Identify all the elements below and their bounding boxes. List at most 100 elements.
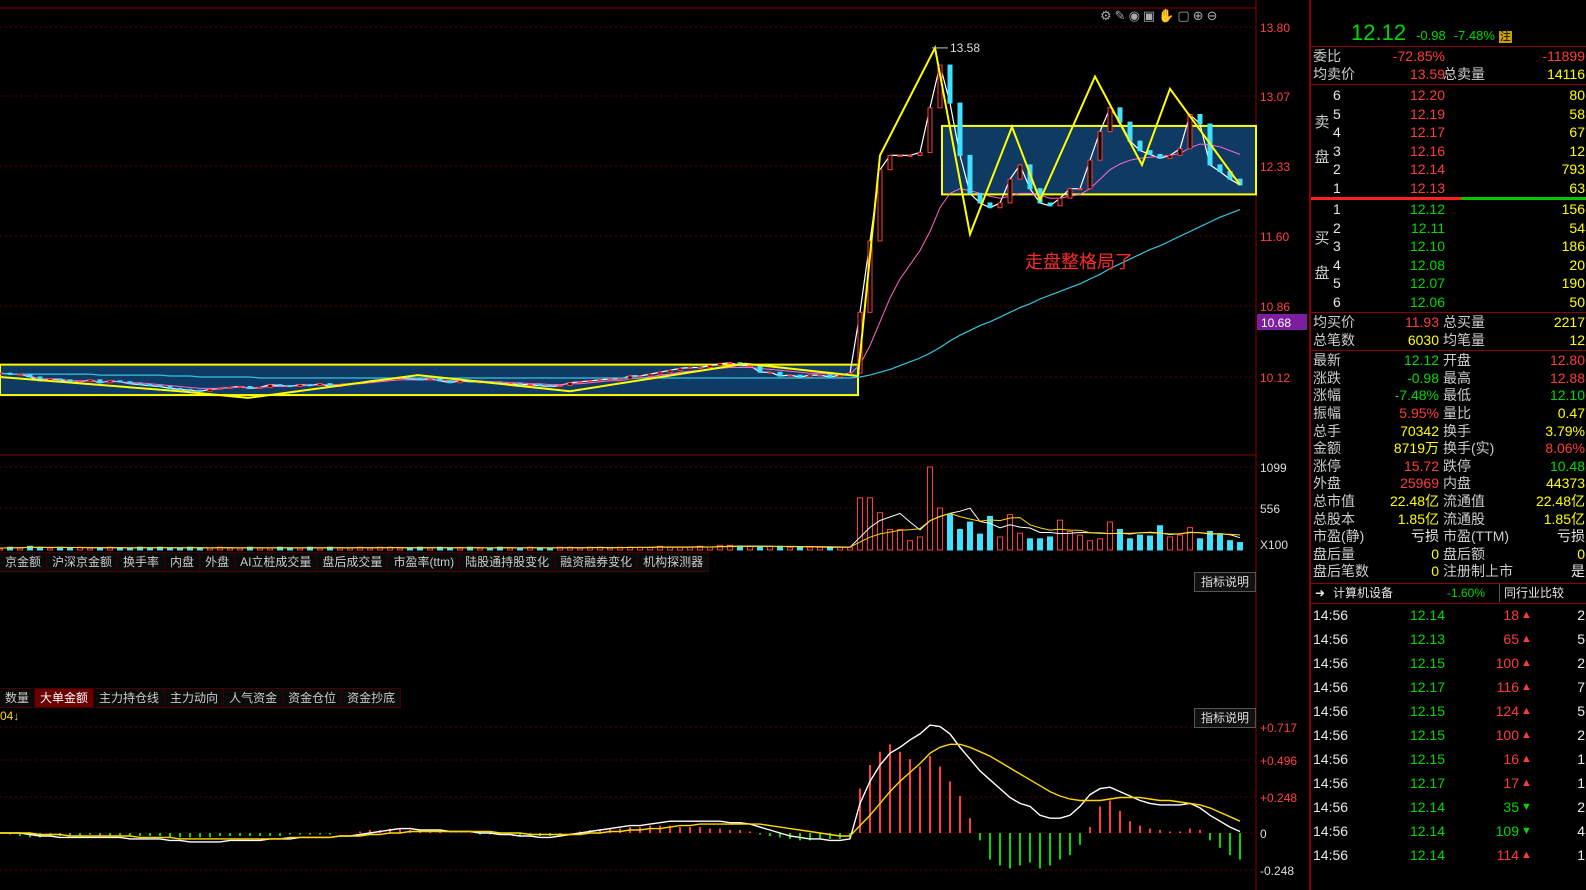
volume-bar <box>1187 527 1193 551</box>
stat-label: 换手 <box>1443 422 1471 439</box>
field-value: 14116 <box>1547 66 1585 82</box>
indicator-explain-button-top[interactable]: 指标说明 <box>1194 572 1257 592</box>
stat-value: 0 <box>1431 563 1439 580</box>
volume-bar <box>427 547 433 551</box>
arrow-up-icon: ▲ <box>1521 705 1532 717</box>
candle-body <box>627 375 633 380</box>
stat-value: 11.93 <box>1405 314 1439 330</box>
stat-label: 金额 <box>1313 440 1341 457</box>
volume-bar <box>97 547 103 551</box>
candle-body <box>687 366 693 369</box>
stat-label: 振幅 <box>1313 405 1341 421</box>
chart-canvas[interactable]: 13.80 13.07 12.33 11.60 10.86 10.12 10.68 1099 5… <box>0 0 1308 890</box>
candle-body <box>797 374 803 378</box>
industry-compare-button[interactable]: 同行业比较 <box>1499 584 1564 602</box>
candle-body <box>727 362 733 365</box>
indicator-explain-button-bottom[interactable]: 指标说明 <box>1194 708 1257 728</box>
indicator-tab[interactable]: 融资融券变化 <box>555 553 639 571</box>
indicator-tab[interactable]: 资金仓位 <box>283 689 343 707</box>
candle-body <box>267 384 273 388</box>
candle-body <box>447 380 453 384</box>
eye-icon[interactable]: ◉ <box>1129 8 1143 23</box>
stat-value: 亏损 <box>1411 528 1439 545</box>
tick-volume: 16 <box>1503 751 1519 767</box>
candle-body <box>1217 164 1223 173</box>
order-book-bid-row: 5 12.07 190 <box>1313 274 1585 292</box>
indicator-tab[interactable]: 主力持仓线 <box>94 689 166 707</box>
settings-icon[interactable]: ⚙ <box>1100 8 1115 23</box>
indicator-tab[interactable]: 沪深京金额 <box>47 553 119 571</box>
lock-icon[interactable]: ▢ <box>1177 8 1192 23</box>
indicator-tab[interactable]: 数量 <box>0 689 36 707</box>
pen-icon[interactable]: ✎ <box>1115 8 1129 23</box>
candle-body <box>127 381 133 385</box>
volume-ma-line <box>0 507 1241 549</box>
indicator-tab[interactable]: 陆股通持股变化 <box>460 553 556 571</box>
indicator-tabbar-bottom[interactable]: 数量 大单金额 主力持仓线 主力动向 人气资金 资金仓位 资金抄底 <box>0 688 402 708</box>
sector-name[interactable]: 计算机设备 <box>1333 584 1393 602</box>
hand-icon[interactable]: ✋ <box>1158 8 1177 23</box>
volume-bar <box>537 547 543 551</box>
candle-body <box>167 386 173 389</box>
arrow-up-icon: ▲ <box>1521 849 1532 861</box>
indicator-tab[interactable]: 外盘 <box>200 553 236 571</box>
chart-area[interactable]: 13.80 13.07 12.33 11.60 10.86 10.12 10.68 1099 5… <box>0 0 1308 890</box>
candle-body <box>1077 188 1083 191</box>
candle-body <box>917 152 923 156</box>
tick-count: 1 <box>1577 847 1585 863</box>
ask-price: 12.19 <box>1409 105 1445 122</box>
indicator-tabbar-top[interactable]: 京金额 沪深京金额 换手率 内盘 外盘 AI立桩成交量 盘后成交量 市盈率(ttm) 陆股通持股… <box>0 552 710 572</box>
tick-row: 14:56 12.15 100 ▲ 2 <box>1313 654 1585 672</box>
stat-label: 注册制上市 <box>1443 563 1513 580</box>
candle-body <box>987 202 993 209</box>
indicator-tab[interactable]: 主力动向 <box>165 689 225 707</box>
volume-tick-label: X100 <box>1260 538 1288 552</box>
indicator-tab[interactable]: AI立桩成交量 <box>235 553 318 571</box>
zoom-in-icon[interactable]: ⊕ <box>1193 8 1207 23</box>
indicator-tab[interactable]: 盘后成交量 <box>317 553 389 571</box>
indicator-tab[interactable]: 大单金额 <box>35 689 95 707</box>
tick-volume: 35 <box>1503 799 1519 815</box>
candle-body <box>317 383 323 387</box>
indicator-tab[interactable]: 机构探测器 <box>638 553 710 571</box>
tick-count: 2 <box>1577 607 1585 623</box>
ask-price: 12.17 <box>1409 124 1445 140</box>
lock-icon[interactable]: ▣ <box>1143 8 1158 23</box>
indicator-tab[interactable]: 人气资金 <box>224 689 284 707</box>
volume-bar <box>797 546 803 551</box>
candle-body <box>547 385 553 388</box>
candle-body <box>27 373 33 378</box>
candle-body <box>947 64 953 104</box>
volume-bar <box>1047 536 1053 551</box>
stat-label: 市盈(静) <box>1313 528 1365 545</box>
candle-body <box>1147 150 1153 155</box>
candle-body <box>107 380 113 384</box>
candle-body <box>927 107 933 154</box>
candle-body <box>667 369 673 373</box>
volume-bar <box>1037 538 1043 551</box>
indicator-tab[interactable]: 京金额 <box>0 553 48 571</box>
volume-bar <box>67 547 73 551</box>
volume-bar <box>1137 534 1143 551</box>
volume-bar <box>347 547 353 551</box>
candle-body <box>7 372 13 375</box>
chart-toolbar[interactable]: ⚙✎◉▣✋▢⊕⊖ <box>1100 8 1221 24</box>
ask-level: 5 <box>1333 105 1341 122</box>
volume-bar <box>1197 538 1203 551</box>
volume-bar <box>1017 532 1023 551</box>
stat-value: 12.80 <box>1549 352 1585 369</box>
candle-body <box>707 365 713 368</box>
candle-body <box>747 365 753 368</box>
candle-body <box>967 154 973 194</box>
stat-value: 12.12 <box>1403 352 1439 369</box>
indicator-tab[interactable]: 内盘 <box>165 553 201 571</box>
stat-value: 70342 <box>1400 422 1439 439</box>
bid-volume: 190 <box>1561 275 1585 291</box>
stat-value: 2217 <box>1553 314 1585 330</box>
candle-body <box>1197 114 1203 125</box>
stat-row: 最新 12.12 开盘 12.80 <box>1313 351 1585 369</box>
indicator-tab[interactable]: 市盈率(ttm) <box>388 553 461 571</box>
indicator-tab[interactable]: 换手率 <box>118 553 166 571</box>
indicator-tab[interactable]: 资金抄底 <box>342 689 402 707</box>
zoom-out-icon[interactable]: ⊖ <box>1207 8 1221 23</box>
